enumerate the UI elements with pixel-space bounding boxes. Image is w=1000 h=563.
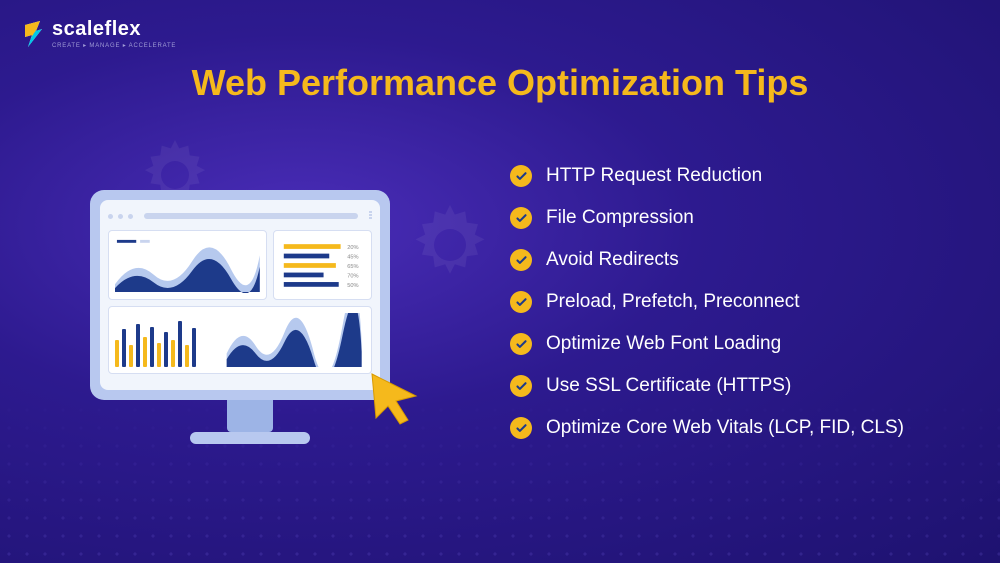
list-item-label: Avoid Redirects [546, 249, 679, 271]
svg-text:70%: 70% [347, 273, 358, 279]
list-item-label: File Compression [546, 207, 694, 229]
svg-text:20%: 20% [347, 245, 358, 251]
list-item-label: Optimize Core Web Vitals (LCP, FID, CLS) [546, 417, 904, 439]
check-icon [510, 207, 532, 229]
dashboard-illustration: 20% 45% 65% 70% 50% [90, 190, 410, 470]
check-icon [510, 165, 532, 187]
check-icon [510, 375, 532, 397]
list-item: Optimize Core Web Vitals (LCP, FID, CLS) [510, 417, 904, 439]
monitor-stand [227, 400, 273, 432]
bars-panel: 20% 45% 65% 70% 50% [273, 230, 372, 300]
area-chart-panel [108, 230, 267, 300]
monitor-base [190, 432, 310, 444]
gear-icon [410, 205, 490, 285]
list-item: File Compression [510, 207, 904, 229]
monitor-screen: 20% 45% 65% 70% 50% [100, 200, 380, 390]
combined-chart-panel [108, 306, 372, 374]
list-item-label: Use SSL Certificate (HTTPS) [546, 375, 791, 397]
svg-text:65%: 65% [347, 264, 358, 270]
list-item: Avoid Redirects [510, 249, 904, 271]
list-item-label: Optimize Web Font Loading [546, 333, 781, 355]
list-item: Optimize Web Font Loading [510, 333, 904, 355]
cursor-icon [366, 368, 426, 428]
check-icon [510, 333, 532, 355]
check-icon [510, 417, 532, 439]
tips-list: HTTP Request Reduction File Compression … [510, 165, 904, 439]
list-item: Use SSL Certificate (HTTPS) [510, 375, 904, 397]
brand-logo: scaleflex CREATE ▸ MANAGE ▸ ACCELERATE [22, 18, 176, 49]
list-item: HTTP Request Reduction [510, 165, 904, 187]
list-item: Preload, Prefetch, Preconnect [510, 291, 904, 313]
brand-name: scaleflex [52, 18, 176, 41]
list-item-label: HTTP Request Reduction [546, 165, 762, 187]
check-icon [510, 249, 532, 271]
check-icon [510, 291, 532, 313]
scaleflex-logo-icon [22, 19, 44, 49]
list-item-label: Preload, Prefetch, Preconnect [546, 291, 799, 313]
svg-text:50%: 50% [347, 283, 358, 289]
browser-chrome [108, 208, 372, 224]
monitor-frame: 20% 45% 65% 70% 50% [90, 190, 390, 400]
svg-text:45%: 45% [347, 254, 358, 260]
page-title: Web Performance Optimization Tips [0, 62, 1000, 104]
brand-tagline: CREATE ▸ MANAGE ▸ ACCELERATE [52, 42, 176, 49]
